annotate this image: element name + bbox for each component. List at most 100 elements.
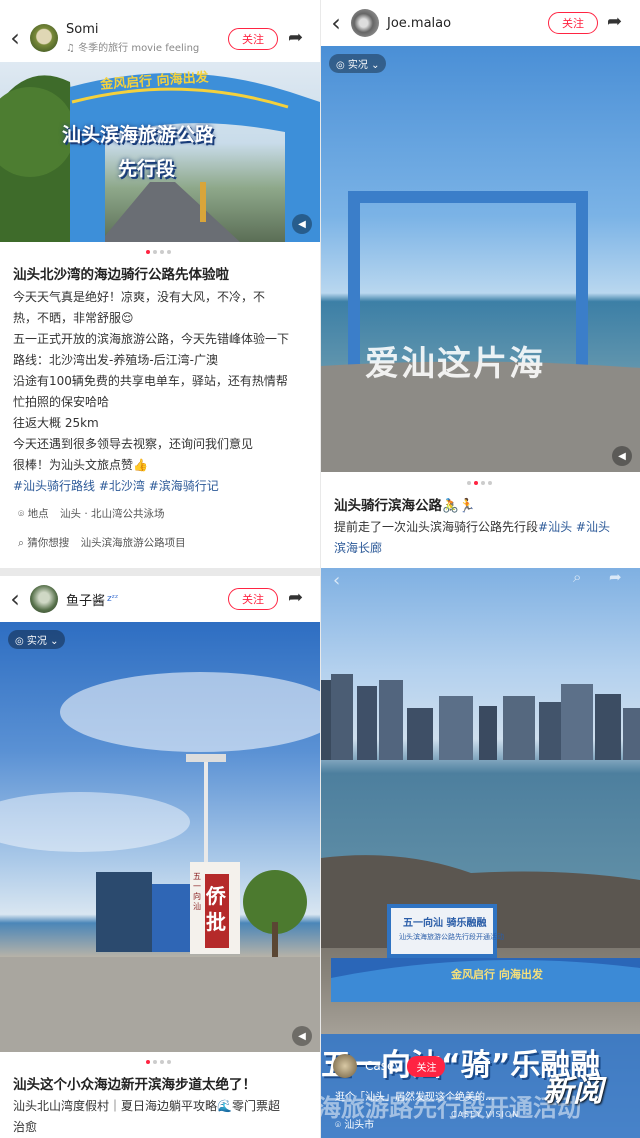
caption[interactable]: 逛个「汕头」居然发现这个绝美的...	[335, 1088, 495, 1103]
follow-button[interactable]: 关注	[548, 12, 598, 34]
live-photo-chip[interactable]: ◎ 实况 ⌄	[329, 54, 387, 73]
post-body: 提前走了一次汕头滨海骑行公路先行段#汕头 #汕头 滨海长廊	[334, 517, 634, 559]
sign-char-2: 批	[206, 910, 226, 934]
share-icon[interactable]: ➦	[288, 27, 303, 48]
body-line: 治愈	[13, 1120, 38, 1134]
avatar[interactable]	[30, 585, 58, 613]
body-line: 很棒！为汕头文旅点赞👍	[13, 458, 148, 472]
username[interactable]: Joe.malao	[387, 16, 451, 31]
post-panel-yuzijiang: ‹ 鱼子酱 zᶻᶻ 关注 ➦ ◎ 实况 ⌄ 五一向汕 侨 批 ◀ 汕头这个小众海…	[0, 576, 320, 1138]
body-line: 沿途有100辆免费的共享电单车，驿站，还有热情帮	[13, 374, 288, 388]
carousel-dots	[467, 481, 492, 485]
overlay-text: 爱汕这片海	[365, 344, 545, 384]
carousel-dots	[146, 1060, 171, 1064]
avatar[interactable]	[30, 24, 58, 52]
post-panel-somi: ‹ Somi ♫ 冬季的旅行 movie feeling 关注 ➦ 金风启行 向…	[0, 0, 320, 568]
post-title: 汕头北沙湾的海边骑行公路先体验啦	[13, 267, 229, 283]
guess-row[interactable]: ⌕ 猜你想搜 汕头滨海旅游公路项目	[18, 535, 186, 550]
hashtags[interactable]: #汕头 #汕头	[538, 520, 610, 534]
body-line: 今天还遇到很多领导去视察，还询问我们意见	[13, 437, 254, 451]
post-panel-joe: ‹ Joe.malao 关注 ➦ ◎ 实况 ⌄ 爱汕这片海 ◀ 汕头骑行滨海公路…	[321, 0, 640, 568]
mute-icon[interactable]: ◀	[292, 1026, 312, 1046]
post-body: 汕头北山湾度假村｜夏日海边躺平攻略🌊零门票超 治愈	[13, 1096, 313, 1138]
carousel-dot	[481, 481, 485, 485]
search-icon[interactable]: ⌕	[573, 568, 581, 586]
hashtag-continued[interactable]: 滨海长廊	[334, 538, 634, 559]
location-value: 汕头 · 北山湾公共泳场	[60, 508, 165, 520]
back-icon[interactable]: ‹	[321, 9, 351, 37]
banner-title: 五一向汕 骑乐融融	[403, 918, 487, 929]
user-info: Somi ♫ 冬季的旅行 movie feeling	[66, 22, 199, 54]
sign-small-text: 五一向汕	[193, 872, 201, 911]
location-tag[interactable]: ⌾ 汕头市	[335, 1116, 374, 1131]
banner-subtitle: 汕头滨海旅游公路先行段开通活动	[399, 933, 504, 941]
avatar[interactable]	[351, 9, 379, 37]
body-line: 往返大概 25km	[13, 416, 99, 430]
body-line: 汕头北山湾度假村｜夏日海边躺平攻略🌊零门票超	[13, 1099, 280, 1113]
body-line: 路线：北沙湾出发-养殖场-后江湾-广澳	[13, 353, 218, 367]
body-line: 忙拍照的保安哈哈	[13, 395, 110, 409]
share-icon[interactable]: ➦	[607, 11, 622, 32]
post-photo[interactable]: 金风启行 向海出发 汕头滨海旅游公路 先行段 ◀	[0, 62, 320, 242]
photo-graphic	[0, 672, 320, 1052]
mute-icon[interactable]: ◀	[292, 214, 312, 234]
location-label: 地点	[27, 508, 49, 520]
post-photo[interactable]: ◎ 实况 ⌄ 爱汕这片海 ◀	[321, 46, 640, 472]
location-pin-icon: ⌾	[335, 1120, 341, 1131]
photo-graphic	[321, 191, 640, 472]
body-line: 热，不晒，非常舒服😌	[13, 311, 134, 325]
logo: 新阅	[543, 1074, 603, 1109]
follow-button[interactable]: 关注	[228, 28, 278, 50]
avatar[interactable]	[333, 1054, 357, 1078]
share-icon[interactable]: ➦	[288, 587, 303, 608]
carousel-dot	[146, 250, 150, 254]
post-panel-casey: ‹ ⌕ ➦ 五一向汕 骑乐融融 汕头滨海旅游公路先行段开通活动 金风启行 向海出…	[321, 568, 640, 1138]
post-title: 汕头骑行滨海公路🚴🏃	[334, 498, 476, 514]
music-label: ♫ 冬季的旅行 movie feeling	[66, 43, 200, 54]
username[interactable]: Casey	[365, 1059, 401, 1073]
back-icon[interactable]: ‹	[0, 24, 30, 52]
overlay-text-2: 先行段	[118, 158, 176, 180]
follow-button[interactable]: 关注	[407, 1055, 446, 1077]
post-photo[interactable]: ◎ 实况 ⌄ 五一向汕 侨 批 ◀	[0, 622, 320, 1052]
back-icon[interactable]: ‹	[333, 570, 340, 591]
body-line: 今天天气真是绝好！凉爽，没有大风，不冷，不	[13, 290, 266, 304]
carousel-dots	[146, 250, 171, 254]
post-title: 汕头这个小众海边新开滨海步道太绝了！	[13, 1077, 256, 1093]
carousel-dot	[467, 481, 471, 485]
watermark: CASEY VISION	[451, 1110, 520, 1119]
share-icon[interactable]: ➦	[609, 568, 622, 586]
hashtags[interactable]: #汕头骑行路线 #北沙湾 #滨海骑行记	[13, 476, 313, 497]
guess-value: 汕头滨海旅游公路项目	[80, 537, 186, 549]
mute-icon[interactable]: ◀	[612, 446, 632, 466]
carousel-dot	[153, 1060, 157, 1064]
username[interactable]: 鱼子酱	[66, 590, 105, 609]
sleep-icon: zᶻᶻ	[107, 594, 119, 604]
sign-char-1: 侨	[206, 884, 226, 908]
carousel-dot	[160, 1060, 164, 1064]
carousel-dot	[488, 481, 492, 485]
overlay-text-1: 汕头滨海旅游公路	[62, 124, 215, 146]
live-photo-chip[interactable]: ◎ 实况 ⌄	[8, 630, 66, 649]
body-line: 五一正式开放的滨海旅游公路，今天先错峰体验一下	[13, 332, 290, 346]
banner-bottom-text: 金风启行 向海出发	[451, 968, 543, 981]
carousel-dot	[167, 1060, 171, 1064]
location-value: 汕头市	[344, 1120, 375, 1131]
guess-label: 猜你想搜	[27, 537, 70, 549]
carousel-dot	[160, 250, 164, 254]
carousel-dot	[146, 1060, 150, 1064]
carousel-dot	[167, 250, 171, 254]
carousel-dot	[474, 481, 478, 485]
desc-text: 提前走了一次汕头滨海骑行公路先行段	[334, 520, 539, 534]
body-line: 提前走了一次汕头滨海骑行公路先行段#汕头 #汕头	[334, 517, 634, 538]
post-body: 今天天气真是绝好！凉爽，没有大风，不冷，不 热，不晒，非常舒服😌 五一正式开放的…	[13, 287, 313, 497]
back-icon[interactable]: ‹	[0, 585, 30, 613]
follow-button[interactable]: 关注	[228, 588, 278, 610]
location-pin-icon: ⌾	[18, 508, 25, 520]
author-row: Casey 关注	[333, 1054, 446, 1078]
location-row[interactable]: ⌾ 地点 汕头 · 北山湾公共泳场	[18, 506, 165, 521]
photo-graphic	[0, 73, 320, 242]
username[interactable]: Somi	[66, 22, 199, 37]
search-icon: ⌕	[18, 537, 24, 549]
carousel-dot	[153, 250, 157, 254]
